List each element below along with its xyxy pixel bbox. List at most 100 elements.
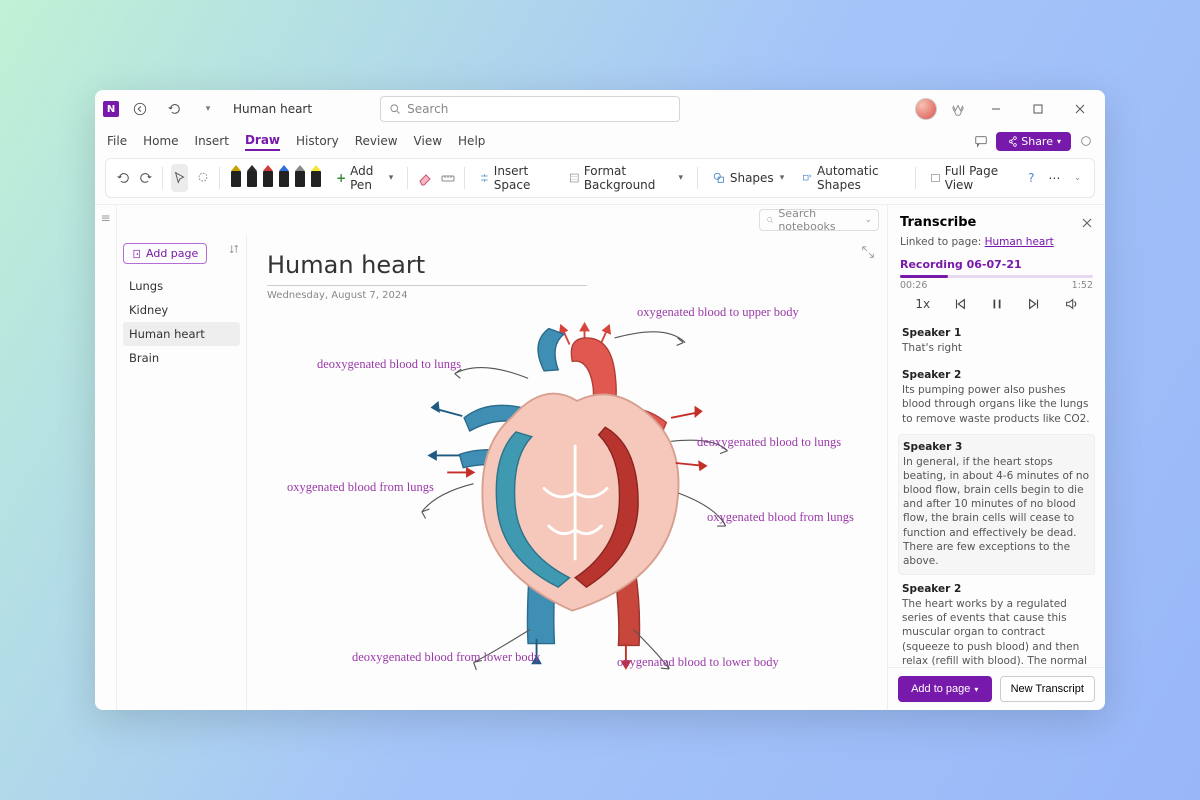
tab-file[interactable]: File (107, 132, 127, 150)
draw-ribbon: +Add Pen▾ Insert Space Format Background… (105, 158, 1095, 198)
ribbon-collapse[interactable]: ⌄ (1069, 164, 1086, 192)
add-page-button[interactable]: Add page (123, 243, 207, 264)
titlebar: N ▾ Human heart Search (95, 90, 1105, 128)
page-list-item[interactable]: Kidney (123, 298, 240, 322)
comments-button[interactable] (974, 134, 988, 148)
transcribe-panel: Transcribe Linked to page: Human heart R… (887, 205, 1105, 710)
search-box[interactable]: Search (380, 96, 680, 122)
playback-progress[interactable] (900, 275, 1093, 278)
segment-text: That's right (902, 341, 1091, 355)
insert-space-button[interactable]: Insert Space (473, 161, 557, 195)
annotation: oxygenated blood from lungs (287, 480, 434, 495)
copilot-button[interactable] (1079, 134, 1093, 148)
undo-icon (167, 102, 181, 116)
speaker-label: Speaker 3 (903, 441, 1090, 453)
lasso-tool[interactable] (194, 164, 211, 192)
sort-pages-button[interactable] (228, 243, 240, 255)
page-list: Add page LungsKidneyHuman heartBrain (117, 235, 247, 710)
tab-draw[interactable]: Draw (245, 131, 280, 151)
playback-speed[interactable]: 1x (915, 297, 930, 311)
tab-history[interactable]: History (296, 132, 339, 150)
share-icon (1006, 136, 1017, 147)
add-page-icon (132, 249, 142, 259)
pen-tool[interactable] (229, 165, 243, 191)
premium-icon[interactable] (945, 96, 971, 122)
annotation: deoxygenated blood from lower body (352, 650, 540, 665)
search-placeholder: Search (407, 102, 448, 116)
tab-view[interactable]: View (414, 132, 442, 150)
segment-text: In general, if the heart stops beating, … (903, 455, 1090, 568)
titlebar-chevron[interactable]: ▾ (195, 96, 221, 122)
tab-review[interactable]: Review (355, 132, 398, 150)
transcript-segment[interactable]: Speaker 2Its pumping power also pushes b… (898, 363, 1095, 432)
maximize-button[interactable] (1021, 94, 1055, 124)
shapes-button[interactable]: Shapes▾ (706, 168, 790, 188)
workarea: Search notebooks ⌄ Add page LungsKidneyH… (117, 205, 887, 710)
app-window: N ▾ Human heart Search File Home Insert … (95, 90, 1105, 710)
new-transcript-button[interactable]: New Transcript (1000, 676, 1096, 702)
pen-tool[interactable] (309, 165, 323, 191)
user-avatar[interactable] (915, 98, 937, 120)
minimize-button[interactable] (979, 94, 1013, 124)
add-to-page-button[interactable]: Add to page▾ (898, 676, 992, 702)
notebook-search[interactable]: Search notebooks ⌄ (759, 209, 879, 231)
transcript-list: Speaker 1That's rightSpeaker 2Its pumpin… (888, 321, 1105, 667)
annotation: oxygenated blood to upper body (637, 305, 799, 320)
ribbon-redo[interactable] (137, 164, 154, 192)
tab-home[interactable]: Home (143, 132, 178, 150)
back-arrow-icon (133, 102, 147, 116)
menubar: File Home Insert Draw History Review Vie… (95, 128, 1105, 154)
pause-button[interactable] (990, 297, 1004, 311)
close-transcribe-button[interactable] (1081, 217, 1093, 229)
annotation: deoxygenated blood to lungs (697, 435, 841, 450)
eraser-tool[interactable] (416, 164, 433, 192)
page-list-item[interactable]: Human heart (123, 322, 240, 346)
full-page-view-button[interactable]: Full Page View (924, 161, 1017, 195)
ribbon-undo[interactable] (114, 164, 131, 192)
transcript-segment[interactable]: Speaker 1 That's right (898, 321, 1095, 361)
ruler-tool[interactable] (439, 164, 456, 192)
volume-button[interactable] (1064, 297, 1078, 311)
linked-page-link[interactable]: Human heart (985, 236, 1054, 248)
back-button[interactable] (127, 96, 153, 122)
format-background-button[interactable]: Format Background▾ (563, 161, 689, 195)
page-canvas[interactable]: Human heart Wednesday, August 7, 2024 (247, 235, 887, 710)
tab-insert[interactable]: Insert (195, 132, 229, 150)
pen-tool[interactable] (277, 165, 291, 191)
segment-text: Its pumping power also pushes blood thro… (902, 383, 1091, 426)
speaker-label: Speaker 1 (902, 327, 1091, 339)
next-track-button[interactable] (1027, 297, 1041, 311)
transcript-segment[interactable]: Speaker 3 In general, if the heart stops … (898, 434, 1095, 575)
prev-track-button[interactable] (953, 297, 967, 311)
speaker-label: Speaker 2 (902, 583, 1091, 595)
automatic-shapes-button[interactable]: Automatic Shapes (796, 161, 907, 195)
add-pen-button[interactable]: +Add Pen▾ (330, 161, 399, 195)
page-title: Human heart (267, 251, 867, 279)
page-list-item[interactable]: Lungs (123, 274, 240, 298)
pen-tool[interactable] (293, 165, 307, 191)
time-total: 1:52 (1072, 280, 1093, 291)
close-button[interactable] (1063, 94, 1097, 124)
nav-toggle[interactable]: ≡ (95, 205, 117, 710)
transcript-segment[interactable]: Speaker 2The heart works by a regulated … (898, 577, 1095, 667)
page-date: Wednesday, August 7, 2024 (267, 290, 867, 301)
heart-diagram: oxygenated blood to upper body deoxygena… (277, 305, 877, 700)
pen-tool[interactable] (261, 165, 275, 191)
annotation: deoxygenated blood to lungs (317, 357, 461, 372)
page-list-item[interactable]: Brain (123, 346, 240, 370)
recording-name: Recording 06-07-21 (888, 254, 1105, 271)
share-button[interactable]: Share ▾ (996, 132, 1071, 151)
pen-tool[interactable] (245, 165, 259, 191)
select-tool[interactable] (171, 164, 188, 192)
undo-button[interactable] (161, 96, 187, 122)
help-button[interactable]: ? (1023, 164, 1040, 192)
time-current: 00:26 (900, 280, 927, 291)
onenote-icon: N (103, 101, 119, 117)
tab-help[interactable]: Help (458, 132, 485, 150)
expand-canvas-button[interactable] (861, 245, 875, 259)
annotation: oxygenated blood from lungs (707, 510, 854, 525)
content-area: ≡ Search notebooks ⌄ Add page (95, 204, 1105, 710)
linked-page: Linked to page: Human heart (888, 236, 1105, 254)
sort-icon (228, 243, 240, 255)
ribbon-overflow[interactable]: ⋯ (1046, 164, 1063, 192)
